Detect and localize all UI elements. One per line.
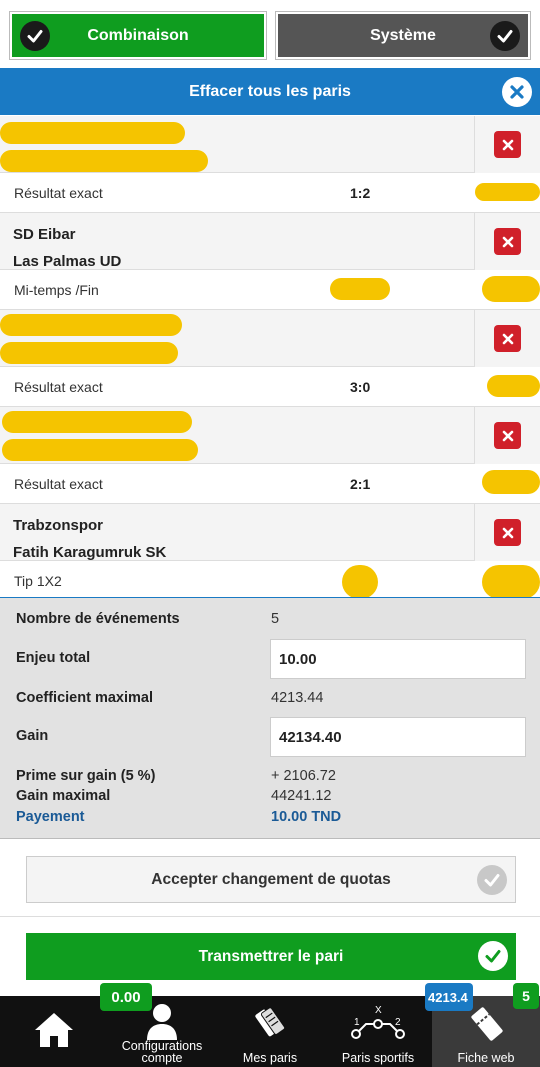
market-name: Tip 1X2 (14, 573, 62, 589)
delete-bet-button[interactable] (474, 504, 540, 561)
nav-sports-bets-label: Paris sportifs (341, 1051, 415, 1065)
bet-selection-row: Tip 1X2 (0, 561, 540, 601)
svg-text:X: X (375, 1005, 382, 1016)
nav-web-slip-label: Fiche web (457, 1051, 515, 1065)
redaction-mark (0, 122, 185, 144)
accept-odds-change-label: Accepter changement de quotas (151, 870, 391, 888)
tickets-icon (255, 1007, 285, 1037)
payment-label: Payement (16, 809, 85, 825)
nav-my-bets-label: Mes paris (242, 1051, 298, 1065)
redaction-mark (487, 375, 540, 397)
bonus-label: Prime sur gain (5 %) (16, 768, 156, 784)
home-team: Trabzonspor (13, 517, 104, 534)
bet-selection-row: Résultat exact 1:2 (0, 173, 540, 213)
clear-all-bar[interactable]: Effacer tous les paris (0, 68, 540, 115)
market-name: Résultat exact (14, 379, 103, 395)
accept-odds-change-toggle[interactable]: Accepter changement de quotas (26, 856, 516, 903)
total-stake-label: Enjeu total (16, 650, 91, 666)
delete-icon (494, 325, 521, 352)
bet-match-row: Trabzonspor Fatih Karagumruk SK (0, 504, 540, 561)
bet-slip-list: Résultat exact 1:2 SD Eibar Las Palmas U… (0, 116, 540, 601)
delete-icon (494, 519, 521, 546)
bet-summary: Nombre de événements 5 Enjeu total 10.00… (0, 597, 540, 839)
delete-icon (494, 228, 521, 255)
events-count-label: Nombre de événements (16, 611, 180, 627)
delete-bet-button[interactable] (474, 213, 540, 270)
redaction-mark (0, 150, 208, 172)
tab-system-label: Système (370, 26, 436, 44)
gain-input[interactable]: 42134.40 (270, 717, 526, 757)
redaction-mark (482, 565, 540, 599)
bet-match-row (0, 116, 540, 173)
selection-pick: 3:0 (350, 379, 371, 395)
bet-selection-row: Résultat exact 3:0 (0, 367, 540, 407)
redaction-mark (0, 314, 182, 336)
close-icon[interactable] (502, 77, 532, 107)
nav-my-bets[interactable]: Mes paris (216, 996, 324, 1067)
balance-badge: 0.00 (100, 983, 152, 1011)
submit-bet-button[interactable]: Transmettrer le pari (26, 933, 516, 980)
delete-icon (494, 131, 521, 158)
redaction-mark (2, 411, 192, 433)
nav-home[interactable] (0, 996, 108, 1067)
redaction-mark (342, 565, 378, 599)
events-count-value: 5 (271, 611, 280, 627)
divider (0, 916, 540, 917)
checkmark-icon (478, 941, 508, 971)
delete-bet-button[interactable] (474, 116, 540, 173)
total-stake-input[interactable]: 10.00 (270, 639, 526, 679)
redaction-mark (482, 276, 540, 302)
market-name: Résultat exact (14, 185, 103, 201)
delete-icon (494, 422, 521, 449)
delete-bet-button[interactable] (474, 310, 540, 367)
redaction-mark (2, 439, 198, 461)
match-teams: SD Eibar Las Palmas UD (13, 221, 121, 275)
max-coefficient-label: Coefficient maximal (16, 690, 153, 706)
home-icon (35, 1013, 73, 1047)
odds-1x2-icon: 1 X 2 (351, 1005, 405, 1039)
redaction-mark (330, 278, 390, 300)
payment-value: 10.00 TND (271, 809, 342, 825)
redaction-mark (0, 342, 178, 364)
home-team: SD Eibar (13, 226, 76, 243)
tab-combination-label: Combinaison (87, 26, 189, 44)
match-teams: Trabzonspor Fatih Karagumruk SK (13, 512, 166, 566)
market-name: Résultat exact (14, 476, 103, 492)
ticket-icon (471, 1007, 503, 1041)
delete-bet-button[interactable] (474, 407, 540, 464)
gain-label: Gain (16, 728, 49, 744)
bet-type-tabs: Combinaison Système (0, 0, 540, 68)
bet-match-row (0, 310, 540, 367)
max-coefficient-value: 4213.44 (271, 690, 324, 706)
submit-bet-label: Transmettrer le pari (198, 947, 344, 965)
bet-selection-row: Résultat exact 2:1 (0, 464, 540, 504)
redaction-mark (475, 183, 540, 201)
max-gain-label: Gain maximal (16, 788, 111, 804)
checkmark-icon (20, 20, 50, 51)
bet-match-row: SD Eibar Las Palmas UD (0, 213, 540, 270)
total-odds-badge: 4213.4 (425, 983, 473, 1011)
checkmark-icon (477, 865, 507, 895)
svg-text:1: 1 (354, 1017, 360, 1028)
tab-combination[interactable]: Combinaison (9, 11, 267, 60)
max-gain-value: 44241.12 (271, 788, 332, 804)
selection-pick: 1:2 (350, 185, 371, 201)
tab-system[interactable]: Système (275, 11, 531, 60)
bonus-value: + 2106.72 (271, 768, 336, 784)
svg-text:2: 2 (395, 1017, 401, 1028)
selection-pick: 2:1 (350, 476, 371, 492)
clear-all-label: Effacer tous les paris (189, 82, 351, 100)
nav-account-config-label: Configurations compte (121, 1039, 203, 1065)
checkmark-icon (490, 20, 520, 51)
redaction-mark (482, 470, 540, 494)
bet-match-row (0, 407, 540, 464)
market-name: Mi-temps /Fin (14, 282, 99, 298)
nav-sports-bets[interactable]: 1 X 2 Paris sportifs (324, 996, 432, 1067)
slip-count-badge: 5 (513, 983, 539, 1009)
bet-selection-row: Mi-temps /Fin (0, 270, 540, 310)
